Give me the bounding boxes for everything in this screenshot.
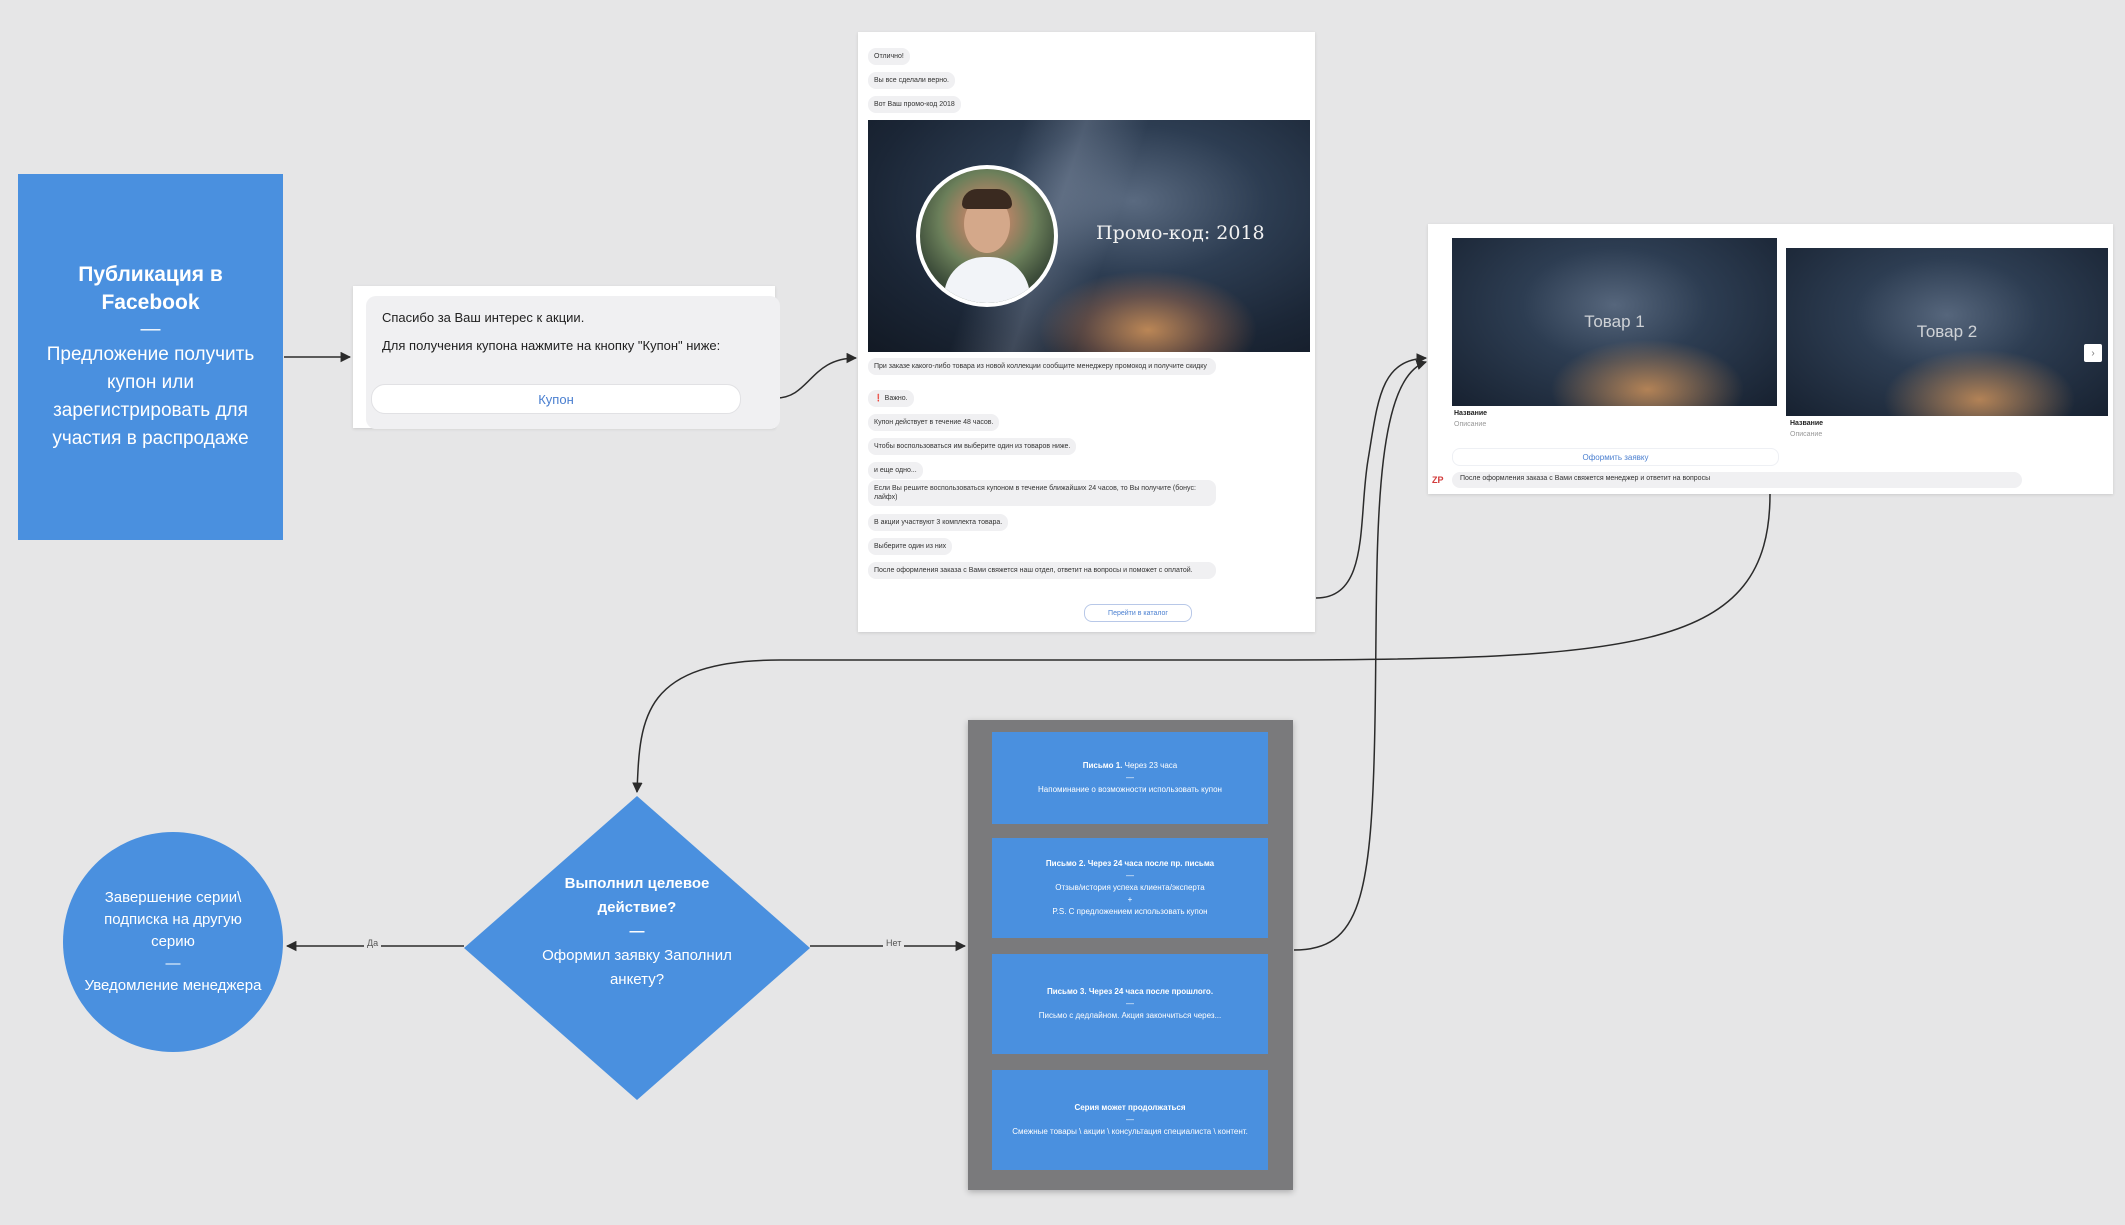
- decision-text: Выполнил целевое действие? — Оформил зая…: [540, 872, 734, 992]
- product-image-label: Товар 1: [1584, 311, 1645, 331]
- product-image-1[interactable]: Товар 1: [1452, 238, 1777, 406]
- product-image-2[interactable]: Товар 2: [1786, 248, 2108, 416]
- chat-message: ❗ Важно.: [868, 390, 914, 407]
- catalog-button[interactable]: Перейти в каталог: [1084, 604, 1192, 622]
- email-series-panel: Письмо 1. Через 23 часа — Напоминание о …: [968, 720, 1293, 1190]
- letter-card-4[interactable]: Серия может продолжаться — Смежные товар…: [992, 1070, 1268, 1170]
- decision-dash: —: [629, 923, 645, 940]
- promo-chat-card[interactable]: Отлично! Вы все сделали верно. Вот Ваш п…: [858, 32, 1315, 632]
- coupon-button[interactable]: Купон: [371, 384, 741, 414]
- avatar: [916, 165, 1058, 307]
- chat-message: После оформления заказа с Вами свяжется …: [868, 562, 1216, 579]
- chat-message-top-2: Вы все сделали верно.: [868, 72, 955, 89]
- chevron-right-icon[interactable]: ›: [2084, 344, 2102, 362]
- chat-message: При заказе какого-либо товара из новой к…: [868, 358, 1216, 375]
- product-description: Описание: [1790, 431, 1823, 438]
- promo-hero-image: Промо-код: 2018: [868, 120, 1310, 352]
- product-description: Описание: [1454, 421, 1487, 428]
- chat-message: Выберите один из них: [868, 538, 953, 555]
- edge-label-yes: Да: [364, 938, 382, 948]
- chat-message-top-3: Вот Ваш промо-код 2018: [868, 96, 961, 113]
- facebook-publication-block[interactable]: Публикация в Facebook — Предложение полу…: [18, 174, 283, 540]
- letter-card-3[interactable]: Письмо 3. Через 24 часа после прошлого. …: [992, 954, 1268, 1054]
- facebook-block-dash: —: [140, 318, 161, 340]
- edge-label-no: Нет: [883, 938, 905, 948]
- coupon-message-line2: Для получения купона нажмите на кнопку "…: [382, 338, 721, 353]
- chat-message: Купон действует в течение 48 часов.: [868, 414, 1000, 431]
- end-block-dash: —: [165, 955, 181, 972]
- coupon-message-line1: Спасибо за Ваш интерес к акции.: [382, 310, 585, 325]
- end-block-line2: Уведомление менеджера: [84, 977, 262, 994]
- promo-code-text: Промо-код: 2018: [1096, 222, 1265, 244]
- decision-subtitle: Оформил заявку Заполнил анкету?: [542, 947, 732, 988]
- zp-logo: ZP: [1432, 475, 1444, 485]
- chat-message: Если Вы решите воспользоваться купоном в…: [868, 480, 1216, 506]
- order-button[interactable]: Оформить заявку: [1452, 448, 1779, 466]
- manager-notice: После оформления заказа с Вами свяжется …: [1452, 472, 2022, 488]
- product-name: Название: [1790, 420, 1824, 427]
- product-name: Название: [1454, 410, 1488, 417]
- facebook-block-title: Публикация в Facebook: [78, 263, 223, 314]
- product-image-label: Товар 2: [1916, 321, 1978, 341]
- chat-message: и еще одно...: [868, 462, 923, 479]
- end-series-circle[interactable]: Завершение серии\ подписка на другую сер…: [63, 832, 283, 1052]
- letter-card-1[interactable]: Письмо 1. Через 23 часа — Напоминание о …: [992, 732, 1268, 824]
- chat-message-top-1: Отлично!: [868, 48, 910, 65]
- products-carousel-card[interactable]: Товар 1 Название Описание Товар 2 Назван…: [1428, 224, 2113, 494]
- arrow-chat-to-products: [1315, 353, 1428, 599]
- coupon-message-card[interactable]: Спасибо за Ваш интерес к акции. Для полу…: [353, 286, 780, 429]
- chat-message: Чтобы воспользоваться им выберите один и…: [868, 438, 1077, 455]
- arrow-coupon-to-chat: [775, 352, 858, 399]
- decision-title: Выполнил целевое действие?: [564, 875, 710, 916]
- end-block-line1: Завершение серии\ подписка на другую сер…: [104, 889, 242, 950]
- chat-message: В акции участвуют 3 комплекта товара.: [868, 514, 1009, 531]
- letter-card-2[interactable]: Письмо 2. Через 24 часа после пр. письма…: [992, 838, 1268, 938]
- facebook-block-subtitle: Предложение получить купон или зарегистр…: [46, 344, 255, 449]
